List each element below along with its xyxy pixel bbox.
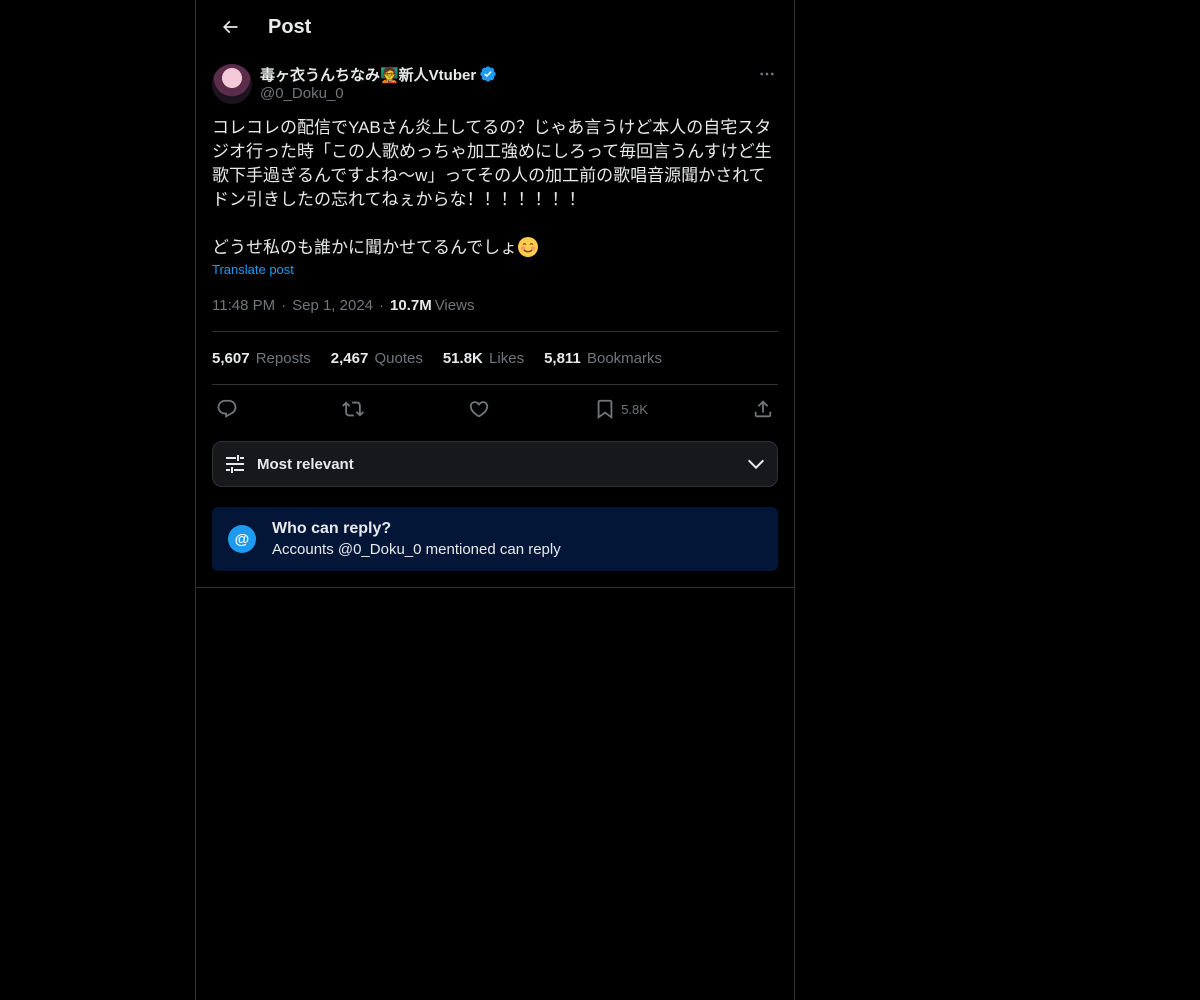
post-text: コレコレの配信でYABさん炎上してるの？じゃあ言うけど本人の自宅スタジオ行った時… <box>212 116 778 260</box>
reply-icon <box>217 399 237 418</box>
reposts-label: Reposts <box>255 349 311 367</box>
translate-post-link[interactable]: Translate post <box>212 262 294 277</box>
page-title: Post <box>268 15 312 38</box>
post-meta: 11:48 PM · Sep 1, 2024 · 10.7M Views <box>212 295 778 315</box>
likes-label: Likes <box>489 349 525 367</box>
bookmark-button[interactable]: 5.8K <box>594 398 648 420</box>
post-body: コレコレの配信でYABさん炎上してるの？じゃあ言うけど本人の自宅スタジオ行った時… <box>212 118 772 257</box>
post-date[interactable]: Sep 1, 2024 <box>292 297 373 314</box>
share-icon <box>754 400 772 418</box>
smiling-face-icon <box>518 237 539 257</box>
smiling-emoji <box>517 236 539 258</box>
reply-restriction-title: Who can reply? <box>272 520 392 537</box>
views-label: Views <box>434 296 475 314</box>
bookmark-icon <box>597 399 613 420</box>
repost-icon <box>342 401 365 417</box>
at-sign-icon: @ <box>228 525 256 553</box>
author-handle[interactable]: @0_Doku_0 <box>260 85 497 102</box>
author-display-name[interactable]: 毒ヶ衣うんちなみ🧑‍🏫新人Vtuber <box>260 64 476 85</box>
post-detail: 毒ヶ衣うんちなみ🧑‍🏫新人Vtuber @0_Doku_0 <box>196 54 794 588</box>
back-button[interactable] <box>212 9 248 45</box>
reply-restriction-subtitle: Accounts @0_Doku_0 mentioned can reply <box>272 541 561 558</box>
action-bar: 5.8K <box>212 385 778 433</box>
reply-restriction-text: Who can reply? Accounts @0_Doku_0 mentio… <box>272 520 561 558</box>
views-count: 10.7M <box>390 296 432 314</box>
bookmarks-label: Bookmarks <box>586 349 662 367</box>
reply-button[interactable] <box>216 398 238 420</box>
verified-badge-icon <box>479 65 497 83</box>
page-header: Post <box>196 0 794 54</box>
name-row: 毒ヶ衣うんちなみ🧑‍🏫新人Vtuber <box>260 64 497 84</box>
bookmarks-stat[interactable]: 5,811 Bookmarks <box>544 350 662 367</box>
main-column: Post 毒ヶ衣うんちなみ🧑‍🏫新人Vtuber @0_Doku_0 <box>195 0 795 1000</box>
chevron-down-icon <box>747 459 765 470</box>
reposts-stat[interactable]: 5,607 Reposts <box>212 350 311 367</box>
author-row: 毒ヶ衣うんちなみ🧑‍🏫新人Vtuber @0_Doku_0 <box>212 64 778 104</box>
quotes-stat[interactable]: 2,467 Quotes <box>331 350 423 367</box>
more-options-button[interactable] <box>756 64 778 84</box>
meta-separator: · <box>281 296 287 314</box>
avatar[interactable] <box>212 64 252 104</box>
quotes-label: Quotes <box>374 349 423 367</box>
likes-count: 51.8K <box>442 349 483 367</box>
post-time[interactable]: 11:48 PM <box>212 297 275 314</box>
author-info: 毒ヶ衣うんちなみ🧑‍🏫新人Vtuber @0_Doku_0 <box>260 64 497 102</box>
heart-icon <box>469 401 489 418</box>
meta-separator: · <box>379 296 384 314</box>
share-button[interactable] <box>752 398 774 420</box>
more-horizontal-icon <box>760 72 774 76</box>
arrow-left-icon <box>222 20 238 34</box>
sort-replies-dropdown[interactable]: Most relevant <box>212 441 778 487</box>
like-button[interactable] <box>468 398 490 420</box>
quotes-count: 2,467 <box>330 349 369 367</box>
sort-label: Most relevant <box>257 455 354 473</box>
bookmarks-count: 5,811 <box>544 349 581 367</box>
reposts-count: 5,607 <box>212 349 250 367</box>
reply-restriction-notice: @ Who can reply? Accounts @0_Doku_0 ment… <box>212 507 778 571</box>
likes-stat[interactable]: 51.8K Likes <box>443 350 524 367</box>
sliders-icon <box>226 455 244 473</box>
engagement-stats: 5,607 Reposts 2,467 Quotes 51.8K Likes 5… <box>212 332 778 384</box>
bookmark-count: 5.8K <box>621 401 648 417</box>
repost-button[interactable] <box>342 398 365 420</box>
